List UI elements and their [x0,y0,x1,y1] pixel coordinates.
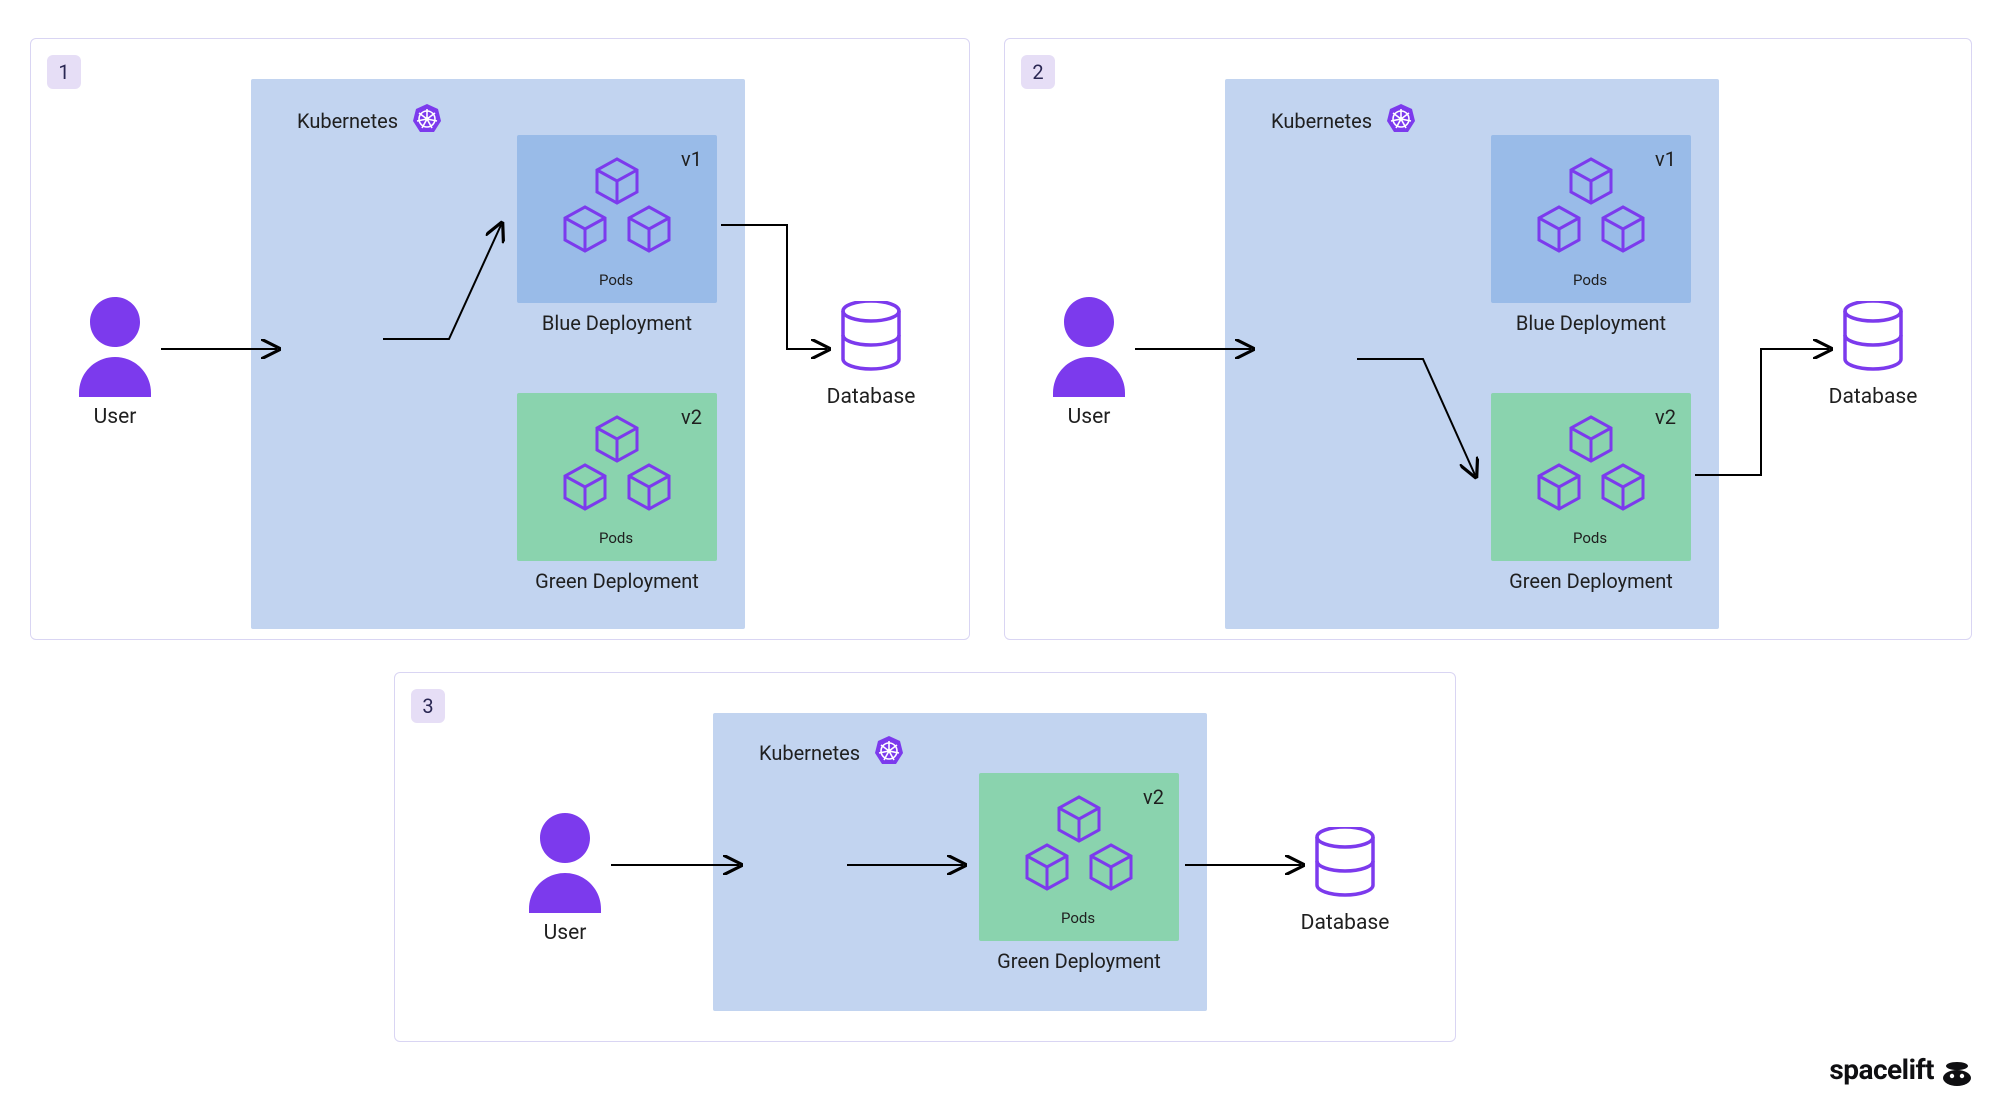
kubernetes-icon [873,735,905,767]
pods-icon-green [555,415,679,515]
step-badge-2: 2 [1021,55,1055,89]
user-icon [1053,297,1125,397]
blue-deployment-label: Blue Deployment [1491,311,1691,335]
pods-label-green: Pods [1573,529,1607,547]
green-version: v2 [681,405,702,429]
panel-step-3: 3 User Gateway Kubernetes v2 Pods Green … [394,672,1456,1042]
pods-label-blue: Pods [1573,271,1607,289]
kubernetes-icon [411,103,443,135]
pods-label-green: Pods [1061,909,1095,927]
blue-version: v1 [1655,147,1676,171]
pods-label-green: Pods [599,529,633,547]
kubernetes-title: Kubernetes [1271,109,1372,133]
database-icon [1843,301,1903,371]
panel-step-1: 1 User Gateway Kubernetes v1 Pods Blue D… [30,38,970,640]
database-label: Database [811,385,931,409]
kubernetes-icon [1385,103,1417,135]
brand-logo: spacelift [1829,1053,1974,1086]
user-icon [79,297,151,397]
blue-version: v1 [681,147,702,171]
pods-icon-blue [555,157,679,257]
user-label: User [1039,405,1139,429]
blue-deployment-label: Blue Deployment [517,311,717,335]
pods-icon-green [1017,795,1141,895]
brand-mascot-icon [1940,1056,1974,1086]
green-deployment-label: Green Deployment [979,949,1179,973]
pods-icon-green [1529,415,1653,515]
user-icon [529,813,601,913]
database-label: Database [1285,911,1405,935]
kubernetes-title: Kubernetes [759,741,860,765]
green-version: v2 [1655,405,1676,429]
database-icon [1315,827,1375,897]
user-label: User [65,405,165,429]
kubernetes-title: Kubernetes [297,109,398,133]
pods-label-blue: Pods [599,271,633,289]
green-version: v2 [1143,785,1164,809]
green-deployment-label: Green Deployment [1491,569,1691,593]
step-badge-3: 3 [411,689,445,723]
green-deployment-label: Green Deployment [517,569,717,593]
user-label: User [515,921,615,945]
database-icon [841,301,901,371]
database-label: Database [1813,385,1933,409]
pods-icon-blue [1529,157,1653,257]
step-badge-1: 1 [47,55,81,89]
panel-step-2: 2 User Gateway Kubernetes v1 Pods Blue D… [1004,38,1972,640]
brand-text: spacelift [1829,1053,1934,1086]
diagram-stage: 1 User Gateway Kubernetes v1 Pods Blue D… [0,0,2000,1100]
